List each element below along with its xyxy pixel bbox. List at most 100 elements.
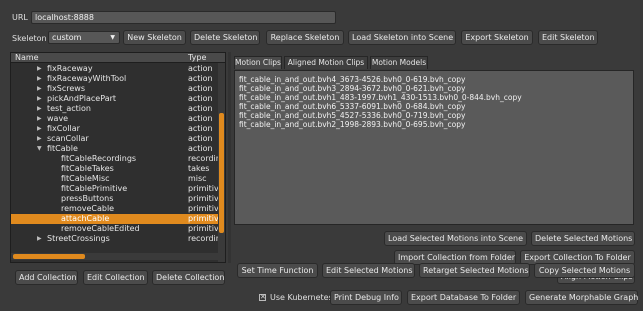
expand-arrow-icon[interactable]: ▶	[37, 234, 42, 244]
tree-row-name: fitCable	[47, 144, 78, 153]
tree-row-name: attachCable	[61, 214, 110, 223]
panel-splitter[interactable]	[228, 52, 231, 263]
tree-row[interactable]: ▶ StreetCrossings recordin	[11, 234, 218, 244]
add-collection-button[interactable]: Add Collection	[15, 270, 78, 285]
tree-row-name: pressButtons	[61, 194, 114, 203]
tree-row-name: fixRaceway	[47, 64, 93, 73]
expand-arrow-icon[interactable]: ▶	[37, 84, 42, 94]
tree-row-name: fixRacewayWithTool	[47, 74, 127, 83]
tree-row[interactable]: ▶ fixScrews action	[11, 84, 218, 94]
tree-row-type: action	[188, 104, 213, 113]
delete-skeleton-button[interactable]: Delete Skeleton	[190, 30, 260, 45]
expand-arrow-icon[interactable]: ▶	[37, 134, 42, 144]
replace-skeleton-button[interactable]: Replace Skeleton	[266, 30, 344, 45]
motion-clips-list[interactable]: fit_cable_in_and_out.bvh4_3673-4526.bvh0…	[234, 70, 634, 225]
tree-header-name[interactable]: Name	[15, 53, 39, 62]
tree-row-type: action	[188, 64, 213, 73]
expand-arrow-icon[interactable]: ▶	[37, 124, 42, 134]
expand-arrow-icon[interactable]: ▶	[37, 74, 42, 84]
url-input[interactable]: localhost:8888	[31, 11, 336, 24]
collapse-arrow-icon[interactable]: ▼	[37, 144, 42, 154]
tree-row-type: action	[188, 84, 213, 93]
tree-row-type: primitive	[188, 204, 218, 213]
tree-row[interactable]: ▶ scanCollar action	[11, 134, 218, 144]
tab-aligned-motion-clips[interactable]: Aligned Motion Clips	[284, 56, 368, 69]
delete-selected-motions-button[interactable]: Delete Selected Motions	[531, 231, 635, 246]
tree-row[interactable]: ▶ test_action action	[11, 104, 218, 114]
edit-skeleton-button[interactable]: Edit Skeleton	[538, 30, 598, 45]
skeleton-selected-value: custom	[52, 33, 82, 42]
tree-row-type: recordin	[188, 154, 218, 163]
tree-row[interactable]: fitCableTakes takes	[11, 164, 218, 174]
tree-row-type: primitive	[188, 224, 218, 233]
tree-row-name: pickAndPlacePart	[47, 94, 117, 103]
use-kubernetes-checkbox[interactable]: ✕	[259, 294, 266, 301]
tree-vertical-scroll-thumb[interactable]	[219, 113, 224, 233]
tree-row-type: recordin	[188, 234, 218, 243]
print-debug-info-button[interactable]: Print Debug Info	[330, 290, 402, 305]
tree-row[interactable]: pressButtons primitive	[11, 194, 218, 204]
tab-motion-models[interactable]: Motion Models	[370, 56, 428, 69]
expand-arrow-icon[interactable]: ▶	[37, 114, 42, 124]
list-item[interactable]: fit_cable_in_and_out.bvh1_483-1997.bvh1_…	[239, 94, 522, 102]
tree-row-type: action	[188, 144, 213, 153]
retarget-selected-motions-button[interactable]: Retarget Selected Motions	[419, 263, 530, 278]
tree-row-name: fitCableTakes	[61, 164, 114, 173]
expand-arrow-icon[interactable]: ▶	[37, 104, 42, 114]
new-skeleton-button[interactable]: New Skeleton	[123, 30, 186, 45]
load-selected-motions-button[interactable]: Load Selected Motions into Scene	[384, 231, 527, 246]
tree-row[interactable]: ▶ fixRaceway action	[11, 64, 218, 74]
delete-collection-button[interactable]: Delete Collection	[152, 270, 225, 285]
expand-arrow-icon[interactable]: ▶	[37, 94, 42, 104]
use-kubernetes-label: Use Kubernetes	[270, 293, 333, 302]
edit-selected-motions-button[interactable]: Edit Selected Motions	[322, 263, 415, 278]
tree-row-type: primitive	[188, 184, 218, 193]
list-item[interactable]: fit_cable_in_and_out.bvh5_4527-5336.bvh0…	[239, 112, 465, 120]
tree-row[interactable]: fitCableMisc misc	[11, 174, 218, 184]
skeleton-select[interactable]: custom ▼	[48, 31, 120, 44]
tree-row[interactable]: removeCableEdited primitive	[11, 224, 218, 234]
tree-row[interactable]: ▼ fitCable action	[11, 144, 218, 154]
chevron-down-icon: ▼	[110, 34, 115, 41]
collection-tree[interactable]: Name Type ▶ fixRaceway action ▶ fixRacew…	[10, 52, 226, 263]
expand-arrow-icon[interactable]: ▶	[37, 64, 42, 74]
tree-row[interactable]: removeCable primitive	[11, 204, 218, 214]
tree-row[interactable]: ▶ fixRacewayWithTool action	[11, 74, 218, 84]
list-item[interactable]: fit_cable_in_and_out.bvh2_1998-2893.bvh0…	[239, 121, 465, 129]
generate-morphable-graph-button[interactable]: Generate Morphable Graph	[525, 290, 638, 305]
tree-row[interactable]: ▶ wave action	[11, 114, 218, 124]
list-item[interactable]: fit_cable_in_and_out.bvh6_5337-6091.bvh0…	[239, 103, 465, 111]
tab-motion-clips[interactable]: Motion Clips	[234, 56, 282, 69]
tree-row-name: wave	[47, 114, 69, 123]
copy-selected-motions-button[interactable]: Copy Selected Motions	[534, 263, 635, 278]
tree-row-name: fixCollar	[47, 124, 80, 133]
tree-row-name: scanCollar	[47, 134, 89, 143]
tree-row-name: fitCablePrimitive	[61, 184, 128, 193]
set-time-function-button[interactable]: Set Time Function	[237, 263, 318, 278]
tree-row-type: misc	[188, 174, 207, 183]
tree-row-name: fitCableMisc	[61, 174, 110, 183]
tree-row[interactable]: fitCableRecordings recordin	[11, 154, 218, 164]
tree-horizontal-scroll-thumb[interactable]	[13, 254, 85, 259]
export-skeleton-button[interactable]: Export Skeleton	[461, 30, 533, 45]
tree-horizontal-scrollbar[interactable]	[11, 253, 218, 260]
tree-row-name: removeCableEdited	[61, 224, 140, 233]
tree-vertical-scrollbar[interactable]	[218, 63, 225, 262]
tree-row-selected[interactable]: attachCable primitive	[11, 214, 218, 224]
list-item[interactable]: fit_cable_in_and_out.bvh3_2894-3672.bvh0…	[239, 85, 465, 93]
list-item[interactable]: fit_cable_in_and_out.bvh4_3673-4526.bvh0…	[239, 76, 465, 84]
edit-collection-button[interactable]: Edit Collection	[83, 270, 148, 285]
tree-row[interactable]: ▶ fixCollar action	[11, 124, 218, 134]
tree-row-type: takes	[188, 164, 210, 173]
load-skeleton-into-scene-button[interactable]: Load Skeleton into Scene	[348, 30, 456, 45]
tree-row-type: action	[188, 124, 213, 133]
tree-row-type: action	[188, 134, 213, 143]
tree-header-type[interactable]: Type	[188, 53, 206, 62]
tree-row[interactable]: fitCablePrimitive primitive	[11, 184, 218, 194]
tree-row-name: fitCableRecordings	[61, 154, 137, 163]
tree-header: Name Type	[11, 53, 225, 63]
export-database-button[interactable]: Export Database To Folder	[407, 290, 520, 305]
tree-row-name: fixScrews	[47, 84, 85, 93]
tree-row-name: removeCable	[61, 204, 115, 213]
tree-row[interactable]: ▶ pickAndPlacePart action	[11, 94, 218, 104]
